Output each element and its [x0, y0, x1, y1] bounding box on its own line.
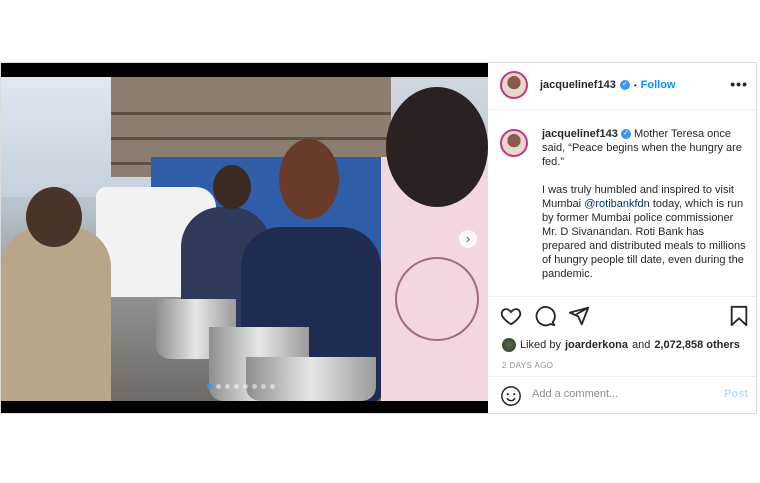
carousel-next-button[interactable]: ›: [459, 230, 477, 248]
share-icon[interactable]: [568, 305, 590, 327]
photo-person: [386, 87, 488, 207]
avatar[interactable]: [500, 71, 528, 99]
post-sidebar: jacquelinef143 ✓ • Follow ••• jacqueline…: [488, 63, 756, 413]
likes-and: and: [631, 339, 651, 351]
photo-person: [213, 165, 251, 209]
caption-area: jacquelinef143 ✓ Mother Teresa once said…: [488, 119, 756, 295]
chevron-right-icon: ›: [465, 231, 471, 246]
emoji-icon[interactable]: [500, 385, 522, 407]
liker-avatar[interactable]: [502, 338, 516, 352]
caption-username-link[interactable]: jacquelinef143: [542, 128, 618, 140]
carousel-dot: [252, 384, 257, 389]
carousel-dot: [207, 384, 212, 389]
post-header: jacquelinef143 ✓ • Follow •••: [488, 63, 756, 110]
follow-button[interactable]: Follow: [641, 79, 676, 91]
post-photo: [1, 77, 488, 401]
carousel-dot: [225, 384, 230, 389]
liker-username-link[interactable]: joarderkona: [565, 339, 628, 351]
photo-person: [1, 227, 111, 401]
post-media[interactable]: ›: [1, 63, 488, 413]
caption: jacquelinef143 ✓ Mother Teresa once said…: [542, 127, 747, 281]
username-link[interactable]: jacquelinef143: [540, 79, 616, 91]
comment-input[interactable]: [532, 388, 702, 400]
bookmark-icon[interactable]: [728, 305, 750, 327]
photo-person: [26, 187, 82, 247]
comment-bar: Post: [488, 376, 756, 414]
carousel-indicator: [207, 384, 275, 389]
post-comment-button[interactable]: Post: [724, 388, 748, 400]
verified-badge-icon: ✓: [620, 129, 631, 140]
carousel-dot: [270, 384, 275, 389]
carousel-dot: [243, 384, 248, 389]
instagram-post: › jacquelinef143 ✓ • Follow ••• jacqueli…: [0, 62, 757, 414]
likes-prefix: Liked by: [520, 339, 561, 351]
carousel-dot: [261, 384, 266, 389]
action-bar: [488, 296, 756, 337]
carousel-dot: [216, 384, 221, 389]
likes-summary: Liked by joarderkona and 2,072,858 other…: [502, 338, 740, 352]
likes-count-link[interactable]: 2,072,858 others: [654, 339, 740, 351]
heart-icon[interactable]: [500, 305, 522, 327]
comment-icon[interactable]: [534, 305, 556, 327]
verified-badge-icon: ✓: [619, 80, 630, 90]
more-icon[interactable]: •••: [730, 76, 748, 92]
post-timestamp[interactable]: 2 DAYS AGO: [502, 361, 553, 370]
photo-person: [279, 139, 339, 219]
photo-pot: [246, 357, 376, 401]
header-separator: •: [633, 80, 637, 90]
caption-avatar[interactable]: [500, 129, 528, 157]
mention-link[interactable]: @rotibankfdn: [584, 198, 650, 210]
caption-text-part2: today, which is run by former Mumbai pol…: [542, 198, 746, 280]
carousel-dot: [234, 384, 239, 389]
